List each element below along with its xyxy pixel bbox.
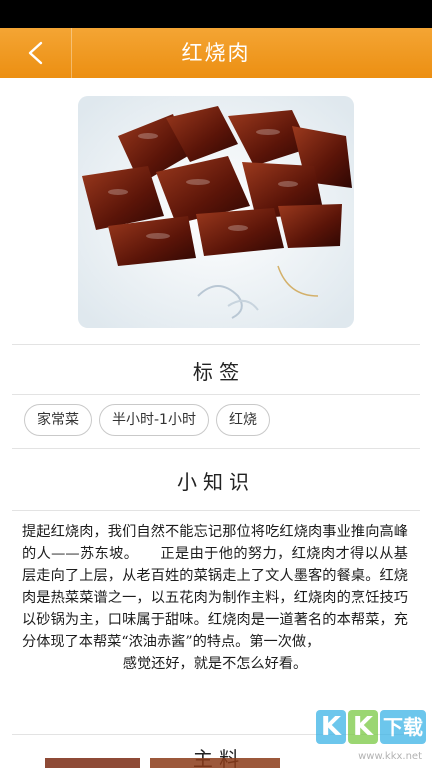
watermark-text: 下载 bbox=[380, 710, 426, 744]
knowledge-section-title: 小知识 bbox=[177, 470, 255, 494]
watermark-k: K bbox=[316, 710, 346, 744]
watermark-k: K bbox=[348, 710, 378, 744]
knowledge-text: 提起红烧肉，我们自然不能忘记那位将吃红烧肉事业推向高峰的人——苏东坡。 正是由于… bbox=[22, 521, 408, 675]
watermark-url: www.kkx.net bbox=[358, 751, 422, 762]
watermark-logo: K K 下载 www.kkx.net bbox=[306, 706, 426, 762]
app-header: 红烧肉 bbox=[0, 28, 432, 78]
tags-section-title: 标 签 bbox=[192, 360, 240, 384]
back-button[interactable] bbox=[0, 28, 72, 78]
chevron-left-icon bbox=[28, 41, 42, 65]
tag-chip[interactable]: 半小时-1小时 bbox=[99, 404, 209, 436]
page-title: 红烧肉 bbox=[181, 41, 251, 65]
knowledge-last-line: 感觉还好，就是不怎么好看。 bbox=[122, 656, 308, 672]
knowledge-body: 提起红烧肉，我们自然不能忘记那位将吃红烧肉事业推向高峰的人——苏东坡。 正是由于… bbox=[22, 524, 408, 650]
tag-chip[interactable]: 红烧 bbox=[215, 404, 270, 436]
divider bbox=[12, 510, 420, 511]
tag-chip[interactable]: 家常菜 bbox=[24, 404, 92, 436]
tag-list: 家常菜 半小时-1小时 红烧 bbox=[24, 404, 270, 436]
divider bbox=[12, 448, 420, 449]
dish-photo bbox=[78, 96, 354, 328]
divider bbox=[12, 344, 420, 345]
status-bar bbox=[0, 0, 432, 28]
divider bbox=[12, 394, 420, 395]
